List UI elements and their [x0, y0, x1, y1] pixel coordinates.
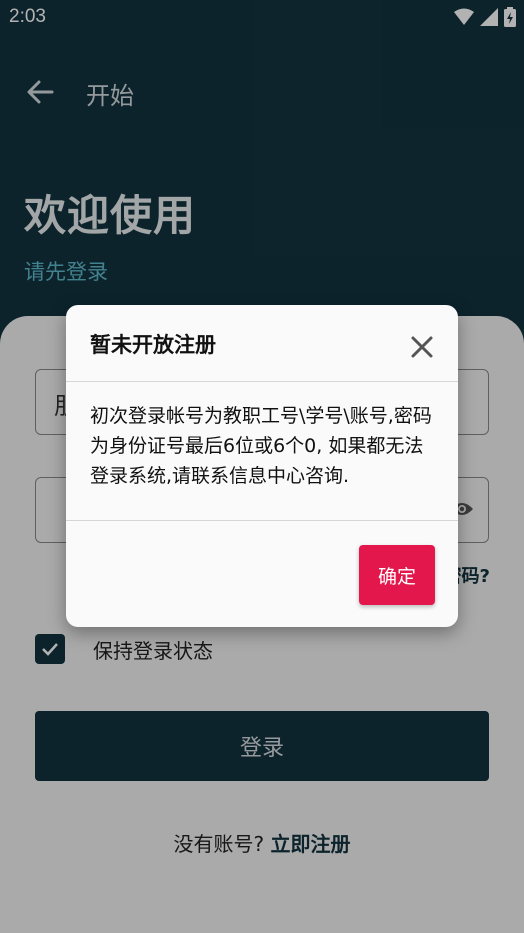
registration-dialog: 暂未开放注册 初次登录帐号为教职工号\学号\账号,密码为身份证号最后6位或6个0… [66, 305, 458, 627]
dialog-divider-bottom [66, 520, 458, 521]
screen: 2:03 开始 欢迎使用 请先登录 朋 密码? 保持登录状态 登录 没有账号 [0, 0, 524, 933]
dialog-title: 暂未开放注册 [90, 333, 216, 357]
confirm-button[interactable]: 确定 [359, 545, 435, 605]
close-icon[interactable] [408, 333, 436, 361]
dialog-divider-top [66, 381, 458, 382]
dialog-message: 初次登录帐号为教职工号\学号\账号,密码为身份证号最后6位或6个0, 如果都无法… [90, 405, 432, 487]
